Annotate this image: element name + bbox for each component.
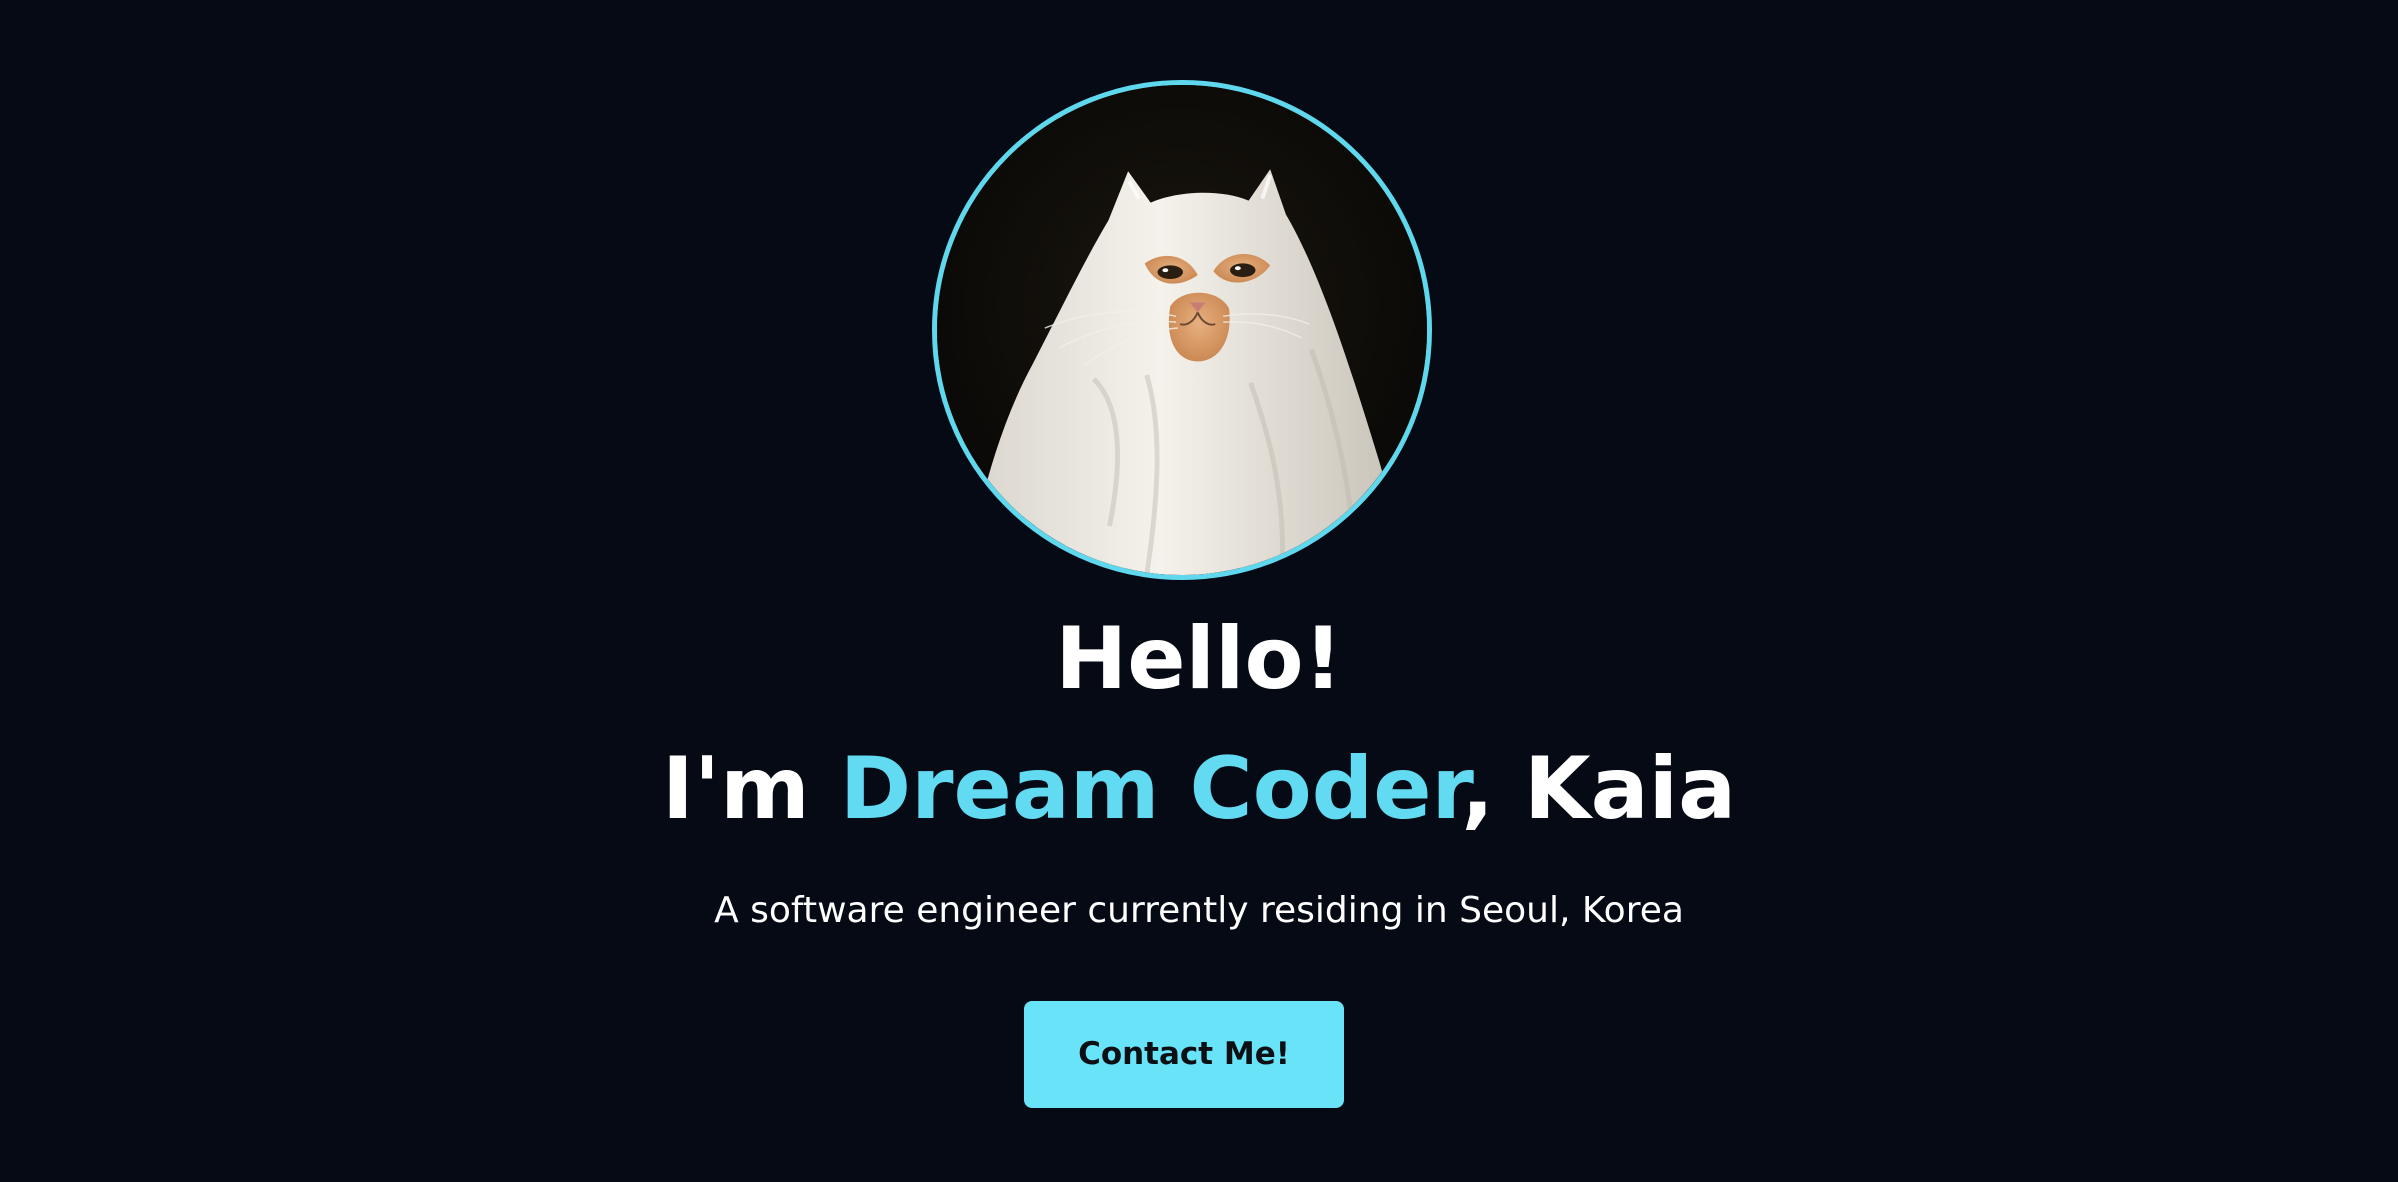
intro-prefix: I'm [661,739,840,839]
intro-suffix: , Kaia [1461,739,1737,839]
hero-section: Hello! I'm Dream Coder, Kaia A software … [0,0,2398,1182]
profile-avatar [932,80,1432,580]
ghost-cat-image [937,85,1427,575]
contact-button[interactable]: Contact Me! [1024,1001,1344,1108]
intro-highlight: Dream Coder [839,739,1462,839]
profile-description: A software engineer currently residing i… [714,890,1684,931]
intro-heading: I'm Dream Coder, Kaia [0,736,2398,842]
greeting-heading: Hello! [1055,609,1343,709]
